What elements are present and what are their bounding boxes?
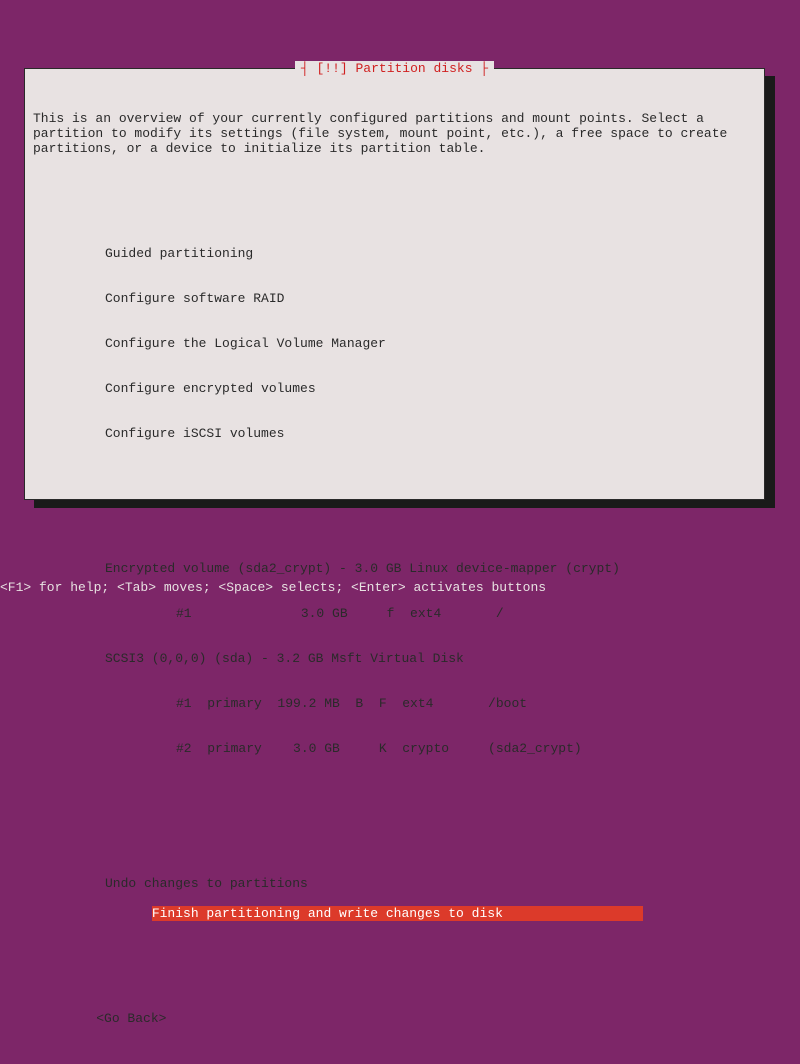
disk-encrypted-volume[interactable]: Encrypted volume (sda2_crypt) - 3.0 GB L… [105,561,756,576]
menu-guided-partitioning[interactable]: Guided partitioning [105,246,756,261]
disk-scsi-sda[interactable]: SCSI3 (0,0,0) (sda) - 3.2 GB Msft Virtua… [105,651,756,666]
partition-encvol-1[interactable]: #1 3.0 GB f ext4 / [137,606,756,621]
menu-undo-changes[interactable]: Undo changes to partitions [105,876,756,891]
dialog-content: This is an overview of your currently co… [25,69,764,1064]
menu-configure-encrypted[interactable]: Configure encrypted volumes [105,381,756,396]
dialog-title: ┤ [!!] Partition disks ├ [301,61,488,76]
partition-dialog: ┤ [!!] Partition disks ├ This is an over… [24,68,765,500]
dialog-title-inner: ┤ [!!] Partition disks ├ [295,61,494,76]
partition-sda-2[interactable]: #2 primary 3.0 GB K crypto (sda2_crypt) [137,741,756,756]
description-text: This is an overview of your currently co… [33,111,756,156]
disk-list: Encrypted volume (sda2_crypt) - 3.0 GB L… [105,531,756,786]
menu-finish-partitioning[interactable]: Finish partitioning and write changes to… [152,906,643,921]
menu-group-config: Guided partitioning Configure software R… [105,216,756,471]
menu-configure-lvm[interactable]: Configure the Logical Volume Manager [105,336,756,351]
go-back-button[interactable]: <Go Back> [65,1011,756,1026]
menu-configure-iscsi[interactable]: Configure iSCSI volumes [105,426,756,441]
footer-help-text: <F1> for help; <Tab> moves; <Space> sele… [0,580,546,595]
dialog-title-wrap: ┤ [!!] Partition disks ├ [25,61,764,76]
partition-sda-1[interactable]: #1 primary 199.2 MB B F ext4 /boot [137,696,756,711]
menu-configure-raid[interactable]: Configure software RAID [105,291,756,306]
menu-group-actions: Undo changes to partitions Finish partit… [105,846,756,936]
